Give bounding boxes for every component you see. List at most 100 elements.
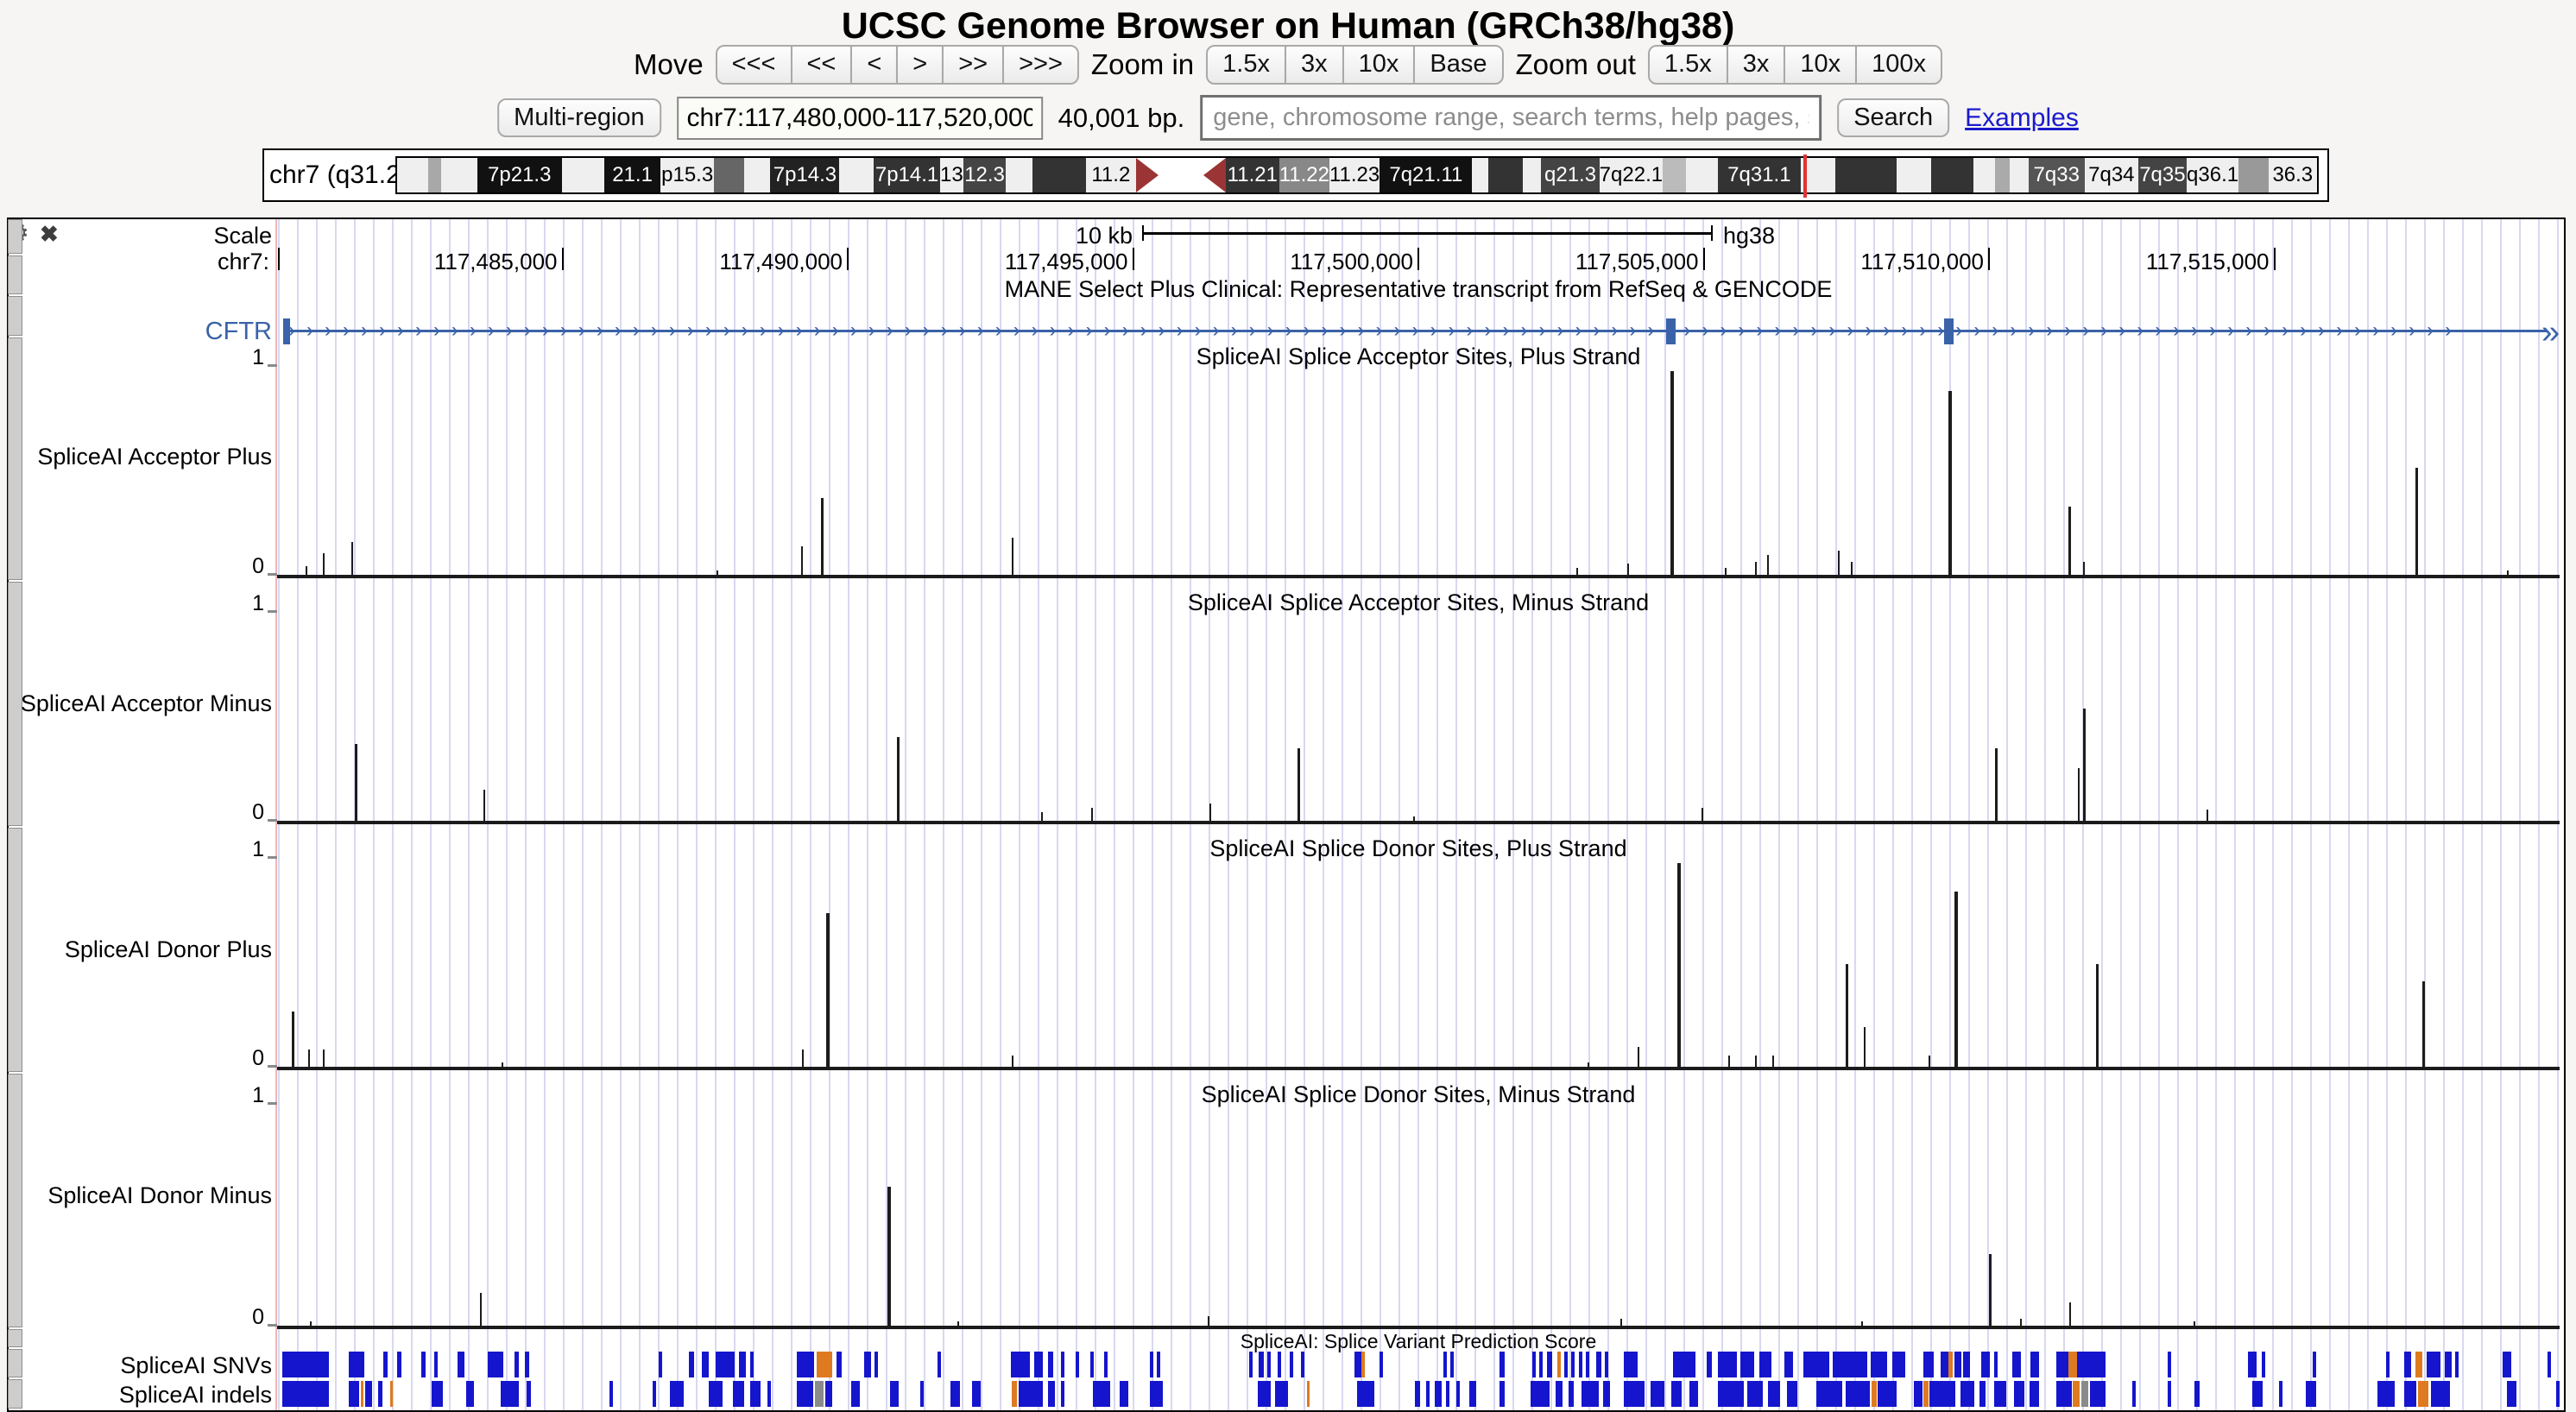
indel-variant-tick[interactable] xyxy=(1456,1381,1460,1407)
ideogram-band[interactable] xyxy=(397,158,428,192)
indel-variant-tick[interactable] xyxy=(527,1381,531,1407)
snv-variant-tick[interactable] xyxy=(397,1352,401,1377)
indel-variant-tick[interactable] xyxy=(1019,1381,1043,1407)
snv-variant-tick[interactable] xyxy=(2548,1352,2551,1377)
indel-variant-tick[interactable] xyxy=(1929,1381,1955,1407)
indel-variant-tick[interactable] xyxy=(1357,1381,1374,1407)
snv-variant-tick[interactable] xyxy=(421,1352,426,1377)
indel-variant-tick[interactable] xyxy=(2194,1381,2200,1407)
ideogram-band-7q33[interactable]: 7q33 xyxy=(2029,158,2085,192)
indel-variant-tick[interactable] xyxy=(1048,1381,1055,1407)
zoom-in-button-3[interactable]: 10x xyxy=(1342,45,1416,85)
indel-variant-tick[interactable] xyxy=(466,1381,474,1407)
indel-track-label[interactable]: SpliceAI indels xyxy=(13,1382,272,1409)
multi-region-button[interactable]: Multi-region xyxy=(497,98,661,138)
ideogram-band[interactable] xyxy=(1686,158,1717,192)
snv-variant-tick[interactable] xyxy=(1034,1352,1043,1377)
snv-variant-tick[interactable] xyxy=(1532,1352,1536,1377)
ideogram-band[interactable] xyxy=(2010,158,2029,192)
snv-variant-tick[interactable] xyxy=(716,1352,735,1377)
snv-variant-tick[interactable] xyxy=(1994,1352,1998,1377)
indel-variant-tick[interactable] xyxy=(2431,1381,2450,1407)
snv-variant-tick[interactable] xyxy=(702,1352,709,1377)
snv-variant-tick[interactable] xyxy=(2427,1352,2440,1377)
ideogram-band[interactable] xyxy=(1032,158,1086,192)
snv-variant-tick[interactable] xyxy=(1150,1352,1153,1377)
ideogram-band[interactable] xyxy=(839,158,874,192)
snv-variant-tick[interactable] xyxy=(1707,1352,1712,1377)
indel-variant-tick[interactable] xyxy=(767,1381,771,1407)
snv-variant-tick[interactable] xyxy=(1557,1352,1561,1377)
ideogram-band[interactable] xyxy=(714,158,744,192)
snv-variant-tick[interactable] xyxy=(2248,1352,2257,1377)
indel-variant-tick[interactable] xyxy=(851,1381,860,1407)
indel-variant-tick[interactable] xyxy=(609,1381,613,1407)
snv-variant-tick[interactable] xyxy=(1954,1352,1961,1377)
zoom-out-button-1[interactable]: 1.5x xyxy=(1648,45,1728,85)
search-input[interactable] xyxy=(1200,95,1822,141)
indel-variant-tick[interactable] xyxy=(1960,1381,1974,1407)
ideogram-band[interactable] xyxy=(2238,158,2269,192)
ideogram-band[interactable] xyxy=(1897,158,1931,192)
indel-variant-tick[interactable] xyxy=(1718,1381,1744,1407)
indel-variant-tick[interactable] xyxy=(2056,1381,2072,1407)
search-button[interactable]: Search xyxy=(1837,98,1949,138)
ideogram-band-36.3[interactable]: 36.3 xyxy=(2269,158,2317,192)
snv-variant-tick[interactable] xyxy=(2262,1352,2265,1377)
ideogram-band-7q21.11[interactable]: 7q21.11 xyxy=(1380,158,1472,192)
gene-name-label[interactable]: CFTR xyxy=(13,318,272,346)
ideogram-band[interactable] xyxy=(441,158,477,192)
ideogram-band-11.21[interactable]: 11.21 xyxy=(1226,158,1279,192)
ideogram-band[interactable] xyxy=(1523,158,1542,192)
wiggle-track-label[interactable]: SpliceAI Donor Plus xyxy=(13,936,272,963)
indel-variant-tick[interactable] xyxy=(920,1381,924,1407)
indel-variant-tick[interactable] xyxy=(1923,1381,1929,1407)
snv-variant-tick[interactable] xyxy=(1048,1352,1053,1377)
ideogram-band[interactable] xyxy=(1995,158,2009,192)
snv-variant-tick[interactable] xyxy=(1361,1352,1365,1377)
indel-variant-tick[interactable] xyxy=(2377,1381,2395,1407)
indel-variant-tick[interactable] xyxy=(2306,1381,2316,1407)
ideogram-band-12.3[interactable]: 12.3 xyxy=(963,158,1006,192)
indel-variant-tick[interactable] xyxy=(390,1381,393,1407)
snv-variant-tick[interactable] xyxy=(434,1352,438,1377)
chromosome-ideogram[interactable]: 7p21.321.1p15.37p14.37p14.11312.311.211.… xyxy=(395,156,2319,194)
snv-track-label[interactable]: SpliceAI SNVs xyxy=(13,1352,272,1379)
move-button-6[interactable]: >>> xyxy=(1002,45,1079,85)
indel-variant-tick[interactable] xyxy=(1689,1381,1698,1407)
indel-variant-tick[interactable] xyxy=(1979,1381,1986,1407)
indel-variant-tick[interactable] xyxy=(1768,1381,1780,1407)
centromere-right[interactable] xyxy=(1181,158,1226,192)
snv-variant-tick[interactable] xyxy=(739,1352,746,1377)
indel-variant-tick[interactable] xyxy=(1878,1381,1897,1407)
snv-variant-tick[interactable] xyxy=(1104,1352,1108,1377)
snv-variant-tick[interactable] xyxy=(1596,1352,1601,1377)
indel-variant-tick[interactable] xyxy=(1556,1381,1563,1407)
indel-variant-tick[interactable] xyxy=(825,1381,832,1407)
indel-variant-tick[interactable] xyxy=(378,1381,382,1407)
ideogram-band-7p14.1[interactable]: 7p14.1 xyxy=(874,158,939,192)
zoom-in-button-1[interactable]: 1.5x xyxy=(1206,45,1286,85)
snv-variant-tick[interactable] xyxy=(1259,1352,1264,1377)
ideogram-band[interactable] xyxy=(1835,158,1897,192)
indel-variant-tick[interactable] xyxy=(2014,1381,2024,1407)
snv-variant-tick[interactable] xyxy=(2168,1352,2171,1377)
indel-variant-tick[interactable] xyxy=(797,1381,813,1407)
snv-variant-tick[interactable] xyxy=(689,1352,694,1377)
snv-variant-tick[interactable] xyxy=(2068,1352,2077,1377)
snv-variant-tick[interactable] xyxy=(1718,1352,1737,1377)
indel-variant-tick[interactable] xyxy=(1747,1381,1763,1407)
indel-variant-tick[interactable] xyxy=(653,1381,656,1407)
snv-variant-tick[interactable] xyxy=(1301,1352,1304,1377)
indel-variant-tick[interactable] xyxy=(972,1381,981,1407)
indel-variant-tick[interactable] xyxy=(1603,1381,1610,1407)
ideogram-band-7q31.1[interactable]: 7q31.1 xyxy=(1718,158,1801,192)
indel-variant-tick[interactable] xyxy=(1435,1381,1442,1407)
snv-variant-tick[interactable] xyxy=(1784,1352,1793,1377)
snv-variant-tick[interactable] xyxy=(383,1352,388,1377)
indel-variant-tick[interactable] xyxy=(1531,1381,1550,1407)
snv-variant-tick[interactable] xyxy=(1061,1352,1064,1377)
ideogram-band-21.1[interactable]: 21.1 xyxy=(604,158,660,192)
snv-variant-tick[interactable] xyxy=(659,1352,662,1377)
snv-variant-tick[interactable] xyxy=(1076,1352,1079,1377)
